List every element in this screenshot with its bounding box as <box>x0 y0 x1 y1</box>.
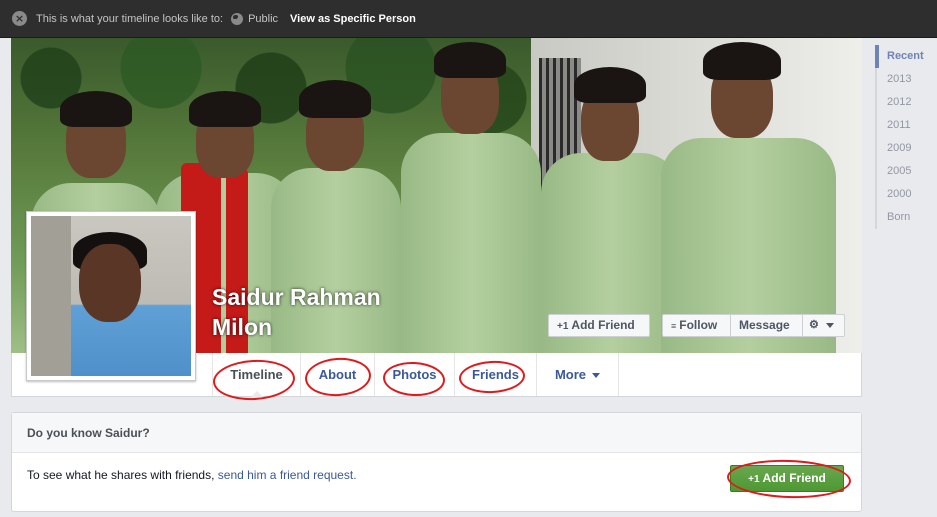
tab-friends[interactable]: Friends <box>455 353 537 396</box>
tab-more[interactable]: More <box>537 353 619 396</box>
rail-item-2005[interactable]: 2005 <box>875 160 935 183</box>
audience-label: Public <box>248 12 279 25</box>
timeline-year-nav: Recent 2013 2012 2011 2009 2005 2000 Bor… <box>875 45 935 229</box>
rail-item-2011[interactable]: 2011 <box>875 114 935 137</box>
view-as-message: This is what your timeline looks like to… <box>36 12 224 25</box>
do-you-know-box: Do you know Saidur? To see what he share… <box>11 412 862 512</box>
add-friend-label: Add Friend <box>571 318 635 332</box>
add-friend-green-button[interactable]: +1 Add Friend <box>730 465 844 492</box>
view-as-specific-person-link[interactable]: View as Specific Person <box>290 13 416 25</box>
chevron-down-icon <box>592 373 601 379</box>
gear-icon: ⚙ <box>809 319 819 331</box>
view-as-bar: × This is what your timeline looks like … <box>0 0 937 38</box>
do-you-know-title: Do you know Saidur? <box>12 413 861 453</box>
cover-person <box>651 38 851 353</box>
follow-label: Follow <box>679 318 718 332</box>
rail-item-2013[interactable]: 2013 <box>875 68 935 91</box>
friend-request-message: To see what he shares with friends, send… <box>27 468 357 482</box>
chevron-down-icon <box>825 322 834 328</box>
settings-dropdown-button[interactable]: ⚙ <box>803 314 845 337</box>
add-friend-green-label: Add Friend <box>762 471 826 485</box>
add-friend-icon: +1 <box>557 321 569 332</box>
profile-tabs: Timeline About Photos Friends More <box>212 353 619 397</box>
rail-item-2009[interactable]: 2009 <box>875 137 935 160</box>
profile-name[interactable]: Saidur Rahman Milon <box>212 282 412 342</box>
profile-actions: ≡ Follow Message ⚙ <box>662 314 845 337</box>
rail-item-2000[interactable]: 2000 <box>875 183 935 206</box>
rail-item-2012[interactable]: 2012 <box>875 91 935 114</box>
globe-icon <box>231 12 244 25</box>
tab-photos[interactable]: Photos <box>375 353 455 396</box>
send-friend-request-link[interactable]: send him a friend request. <box>218 468 357 482</box>
add-friend-button[interactable]: +1 Add Friend <box>548 314 650 337</box>
rail-item-recent[interactable]: Recent <box>875 45 935 68</box>
message-button[interactable]: Message <box>731 314 803 337</box>
tab-more-label: More <box>554 367 587 382</box>
tab-about[interactable]: About <box>301 353 375 396</box>
close-icon[interactable]: × <box>12 11 27 26</box>
message-label: Message <box>739 318 790 332</box>
rss-icon: ≡ <box>671 321 677 331</box>
rail-item-born[interactable]: Born <box>875 206 935 229</box>
tab-timeline[interactable]: Timeline <box>212 353 301 397</box>
profile-picture[interactable] <box>26 211 196 381</box>
cover-person <box>396 38 546 353</box>
friend-request-text: To see what he shares with friends, <box>27 468 215 482</box>
add-friend-icon: +1 <box>748 474 760 485</box>
follow-button[interactable]: ≡ Follow <box>662 314 731 337</box>
